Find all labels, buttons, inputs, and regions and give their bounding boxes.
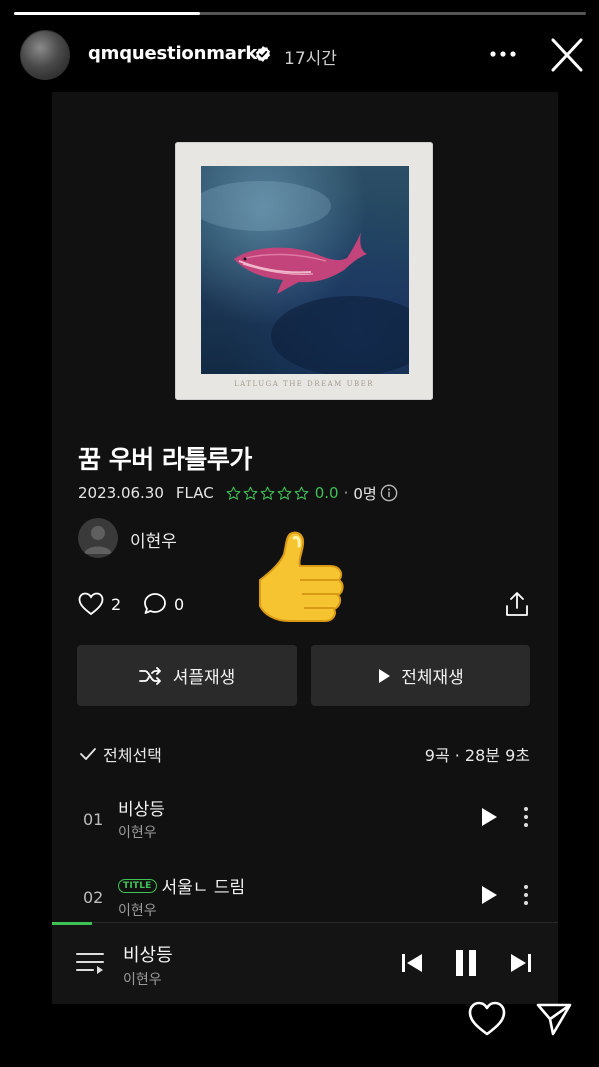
send-icon[interactable]: [535, 1001, 573, 1037]
audio-format: FLAC: [175, 484, 214, 502]
username[interactable]: qmquestionmark: [88, 43, 257, 64]
release-date: 2023.06.30: [78, 484, 164, 502]
share-icon[interactable]: [504, 590, 530, 618]
play-icon: [379, 668, 391, 683]
track-more-icon[interactable]: [522, 883, 530, 907]
thumbs-up-sticker: [259, 531, 344, 622]
select-all-label: 전체선택: [103, 746, 162, 765]
track-title: 비상등: [118, 795, 165, 820]
track-play-icon[interactable]: [480, 807, 498, 827]
track-number: 01: [83, 810, 104, 829]
rating-value: 0.0: [314, 484, 339, 502]
shuffle-icon: [138, 666, 161, 685]
more-icon[interactable]: [486, 42, 520, 66]
track-number: 02: [83, 888, 104, 907]
now-playing-progress[interactable]: [52, 922, 93, 925]
comment-icon[interactable]: [143, 592, 167, 616]
title-track-badge: TITLE: [118, 878, 157, 893]
comment-count: 0: [174, 595, 185, 614]
story-progress-fill: [14, 12, 200, 15]
album-meta: 2023.06.30 FLAC 0.0 · 0명: [78, 483, 398, 503]
like-count: 2: [111, 595, 122, 614]
play-all-label: 전체재생: [401, 668, 464, 688]
verified-badge-icon: [255, 46, 271, 62]
star-icon[interactable]: [226, 486, 241, 501]
pause-icon[interactable]: [453, 949, 479, 977]
star-icon[interactable]: [260, 486, 275, 501]
artist-avatar[interactable]: [78, 518, 118, 558]
queue-icon[interactable]: [75, 950, 105, 976]
story-header: qmquestionmark 17시간: [0, 26, 599, 82]
album-cover[interactable]: LATLUGA THE DREAM UBER: [175, 142, 433, 400]
track-title-text: 비상등: [118, 800, 165, 820]
shuffle-play-button[interactable]: 셔플재생: [77, 645, 297, 706]
play-all-button[interactable]: 전체재생: [311, 645, 530, 706]
story-like-heart-icon[interactable]: [467, 1000, 507, 1038]
track-summary: 9곡 · 28분 9초: [424, 746, 530, 765]
next-icon[interactable]: [509, 951, 533, 975]
track-title-text: 서울ㄴ 드림: [161, 878, 246, 898]
info-icon[interactable]: [380, 484, 398, 502]
track-more-icon[interactable]: [522, 805, 530, 829]
meta-separator: ·: [343, 484, 349, 502]
album-cover-caption: LATLUGA THE DREAM UBER: [234, 380, 374, 388]
rating-count: 0명: [353, 484, 377, 503]
heart-icon[interactable]: [78, 592, 104, 616]
star-icon[interactable]: [243, 486, 258, 501]
now-playing-bar[interactable]: 비상등 이현우: [52, 922, 558, 1004]
story-time-ago: 17시간: [284, 49, 337, 69]
story-progress-bar: [14, 12, 586, 15]
track-artist: 이현우: [118, 903, 157, 919]
rating-stars[interactable]: [226, 486, 309, 501]
check-icon: [80, 748, 96, 760]
track-play-icon[interactable]: [480, 885, 498, 905]
artist-name[interactable]: 이현우: [130, 527, 177, 552]
track-title: TITLE 서울ㄴ 드림: [118, 873, 245, 898]
star-icon[interactable]: [294, 486, 309, 501]
user-avatar[interactable]: [20, 30, 70, 80]
shuffle-play-label: 셔플재생: [172, 668, 236, 688]
close-icon[interactable]: [548, 38, 586, 72]
select-all-button[interactable]: 전체선택: [79, 742, 162, 766]
person-icon: [84, 526, 112, 554]
track-row[interactable]: 01 비상등 이현우: [52, 785, 558, 855]
album-artwork: [191, 166, 431, 376]
now-playing-title[interactable]: 비상등: [123, 941, 173, 967]
whale-illustration: [191, 181, 431, 376]
now-playing-artist: 이현우: [123, 972, 162, 988]
album-title: 꿈 우버 라틀루가: [78, 445, 252, 474]
previous-icon[interactable]: [400, 951, 424, 975]
track-artist: 이현우: [118, 825, 157, 841]
star-icon[interactable]: [277, 486, 292, 501]
